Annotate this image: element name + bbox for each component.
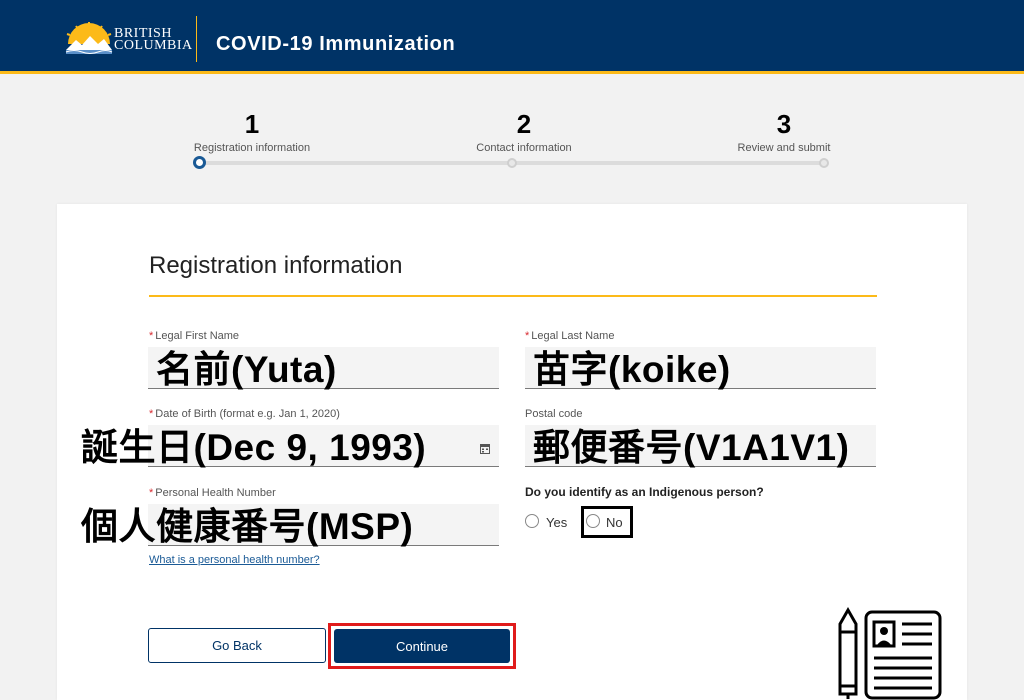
step-2-dot (507, 158, 517, 168)
step-number: 2 (516, 109, 532, 139)
continue-button[interactable]: Continue (334, 629, 510, 663)
page-title: COVID-19 Immunization (216, 33, 456, 55)
step-label: Registration information (193, 142, 311, 154)
phn-value: 個人健康番号(MSP) (81, 506, 414, 547)
step-1-dot (193, 156, 206, 169)
go-back-button[interactable]: Go Back (148, 628, 326, 663)
registration-card: Registration information * Legal First Na… (57, 204, 967, 700)
form-document-icon (838, 606, 942, 700)
required-marker: * (525, 330, 530, 342)
postal-code-label: Postal code (525, 408, 583, 420)
step-1: 1 Registration information (172, 110, 332, 154)
radio-no-label[interactable]: No (606, 515, 623, 530)
first-name-value: 名前(Yuta) (156, 349, 337, 390)
last-name-label-text: Legal Last Name (531, 330, 615, 342)
step-label: Review and submit (737, 142, 831, 154)
form-title: Registration information (149, 252, 403, 279)
dob-label-text: Date of Birth (format e.g. Jan 1, 2020) (155, 408, 340, 420)
dob-value: 誕生日(Dec 9, 1993) (81, 427, 427, 468)
bc-gov-logo[interactable]: BRITISH COLUMBIA (64, 14, 193, 60)
first-name-label-text: Legal First Name (155, 330, 240, 342)
last-name-label: * Legal Last Name (525, 330, 614, 342)
logo-text: BRITISH COLUMBIA (114, 26, 193, 53)
radio-no[interactable] (586, 514, 600, 528)
title-underline (149, 295, 877, 297)
calendar-icon[interactable] (480, 443, 490, 454)
step-number: 3 (776, 109, 792, 139)
required-marker: * (149, 330, 154, 342)
dob-label: * Date of Birth (format e.g. Jan 1, 2020) (149, 408, 340, 420)
required-marker: * (149, 487, 154, 499)
app-header: BRITISH COLUMBIA COVID-19 Immunization (0, 0, 1024, 74)
required-marker: * (149, 408, 154, 420)
radio-yes[interactable] (525, 514, 539, 528)
phn-help-link[interactable]: What is a personal health number? (149, 554, 320, 566)
step-3-dot (819, 158, 829, 168)
first-name-label: * Legal First Name (149, 330, 239, 342)
last-name-value: 苗字(koike) (533, 349, 731, 390)
postal-code-value: 郵便番号(V1A1V1) (533, 427, 850, 468)
header-divider (196, 16, 197, 62)
sun-mountain-icon (65, 22, 113, 54)
step-label: Contact information (476, 142, 572, 154)
step-2: 2 Contact information (444, 110, 604, 154)
radio-yes-label[interactable]: Yes (546, 515, 567, 530)
phn-label-text: Personal Health Number (155, 487, 276, 499)
continue-highlight: Continue (328, 623, 516, 669)
step-number: 1 (244, 109, 260, 139)
phn-label: * Personal Health Number (149, 487, 276, 499)
indigenous-question: Do you identify as an Indigenous person? (525, 485, 764, 499)
step-3: 3 Review and submit (704, 110, 864, 154)
